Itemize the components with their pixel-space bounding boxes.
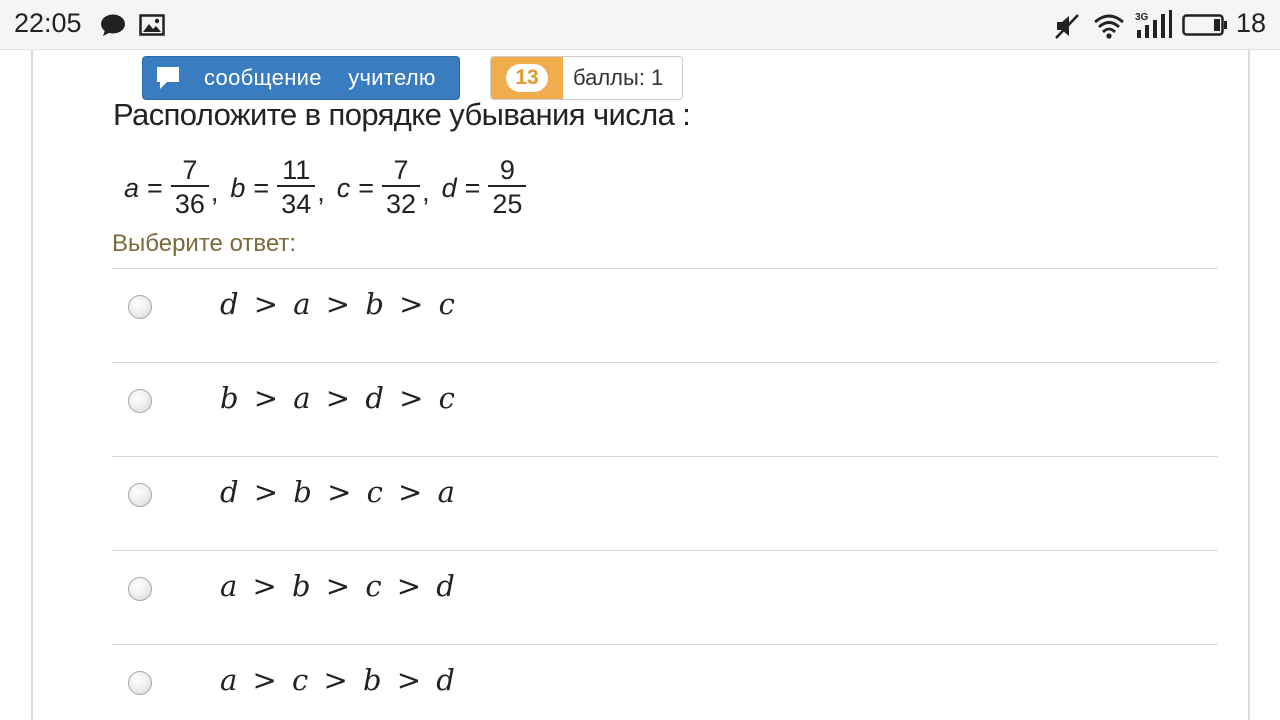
signal-3g-icon: 3G xyxy=(1135,10,1172,38)
formula-comma: , xyxy=(210,177,219,207)
formula-equals: = xyxy=(464,172,481,203)
formula-equals: = xyxy=(147,172,163,203)
question-number-value: 13 xyxy=(506,64,548,92)
mute-icon xyxy=(1055,14,1079,39)
question-formula: a = 7 36 , b = 11 34 , c = 7 32 , d = 9 … xyxy=(124,148,528,228)
answer-option[interactable]: b > a > d > c xyxy=(112,362,1218,456)
formula-fraction: 9 25 xyxy=(488,155,527,221)
formula-comma: , xyxy=(317,177,325,207)
fraction-denominator: 32 xyxy=(386,189,417,219)
fraction-numerator: 7 xyxy=(393,155,409,185)
formula-var: b xyxy=(230,172,246,203)
message-icon xyxy=(157,67,179,89)
answer-prompt: Выберите ответ: xyxy=(112,230,297,257)
status-bar: 22:05 3G 18 xyxy=(0,0,1280,50)
formula-fraction: 11 34 xyxy=(277,155,316,221)
answer-options: d > a > b > c b > a > d > c d > b > c > … xyxy=(112,268,1218,720)
radio-button[interactable] xyxy=(128,577,152,601)
formula-var: a xyxy=(124,172,140,203)
answer-option[interactable]: d > b > c > a xyxy=(112,456,1218,550)
score-badge: 13 баллы: 1 xyxy=(490,56,683,100)
svg-text:3G: 3G xyxy=(1135,12,1149,23)
radio-button[interactable] xyxy=(128,295,152,319)
image-icon xyxy=(139,14,165,36)
formula-var: d xyxy=(441,172,457,203)
answer-option-label[interactable]: b > a > d > c xyxy=(220,381,455,415)
radio-button[interactable] xyxy=(128,389,152,413)
formula-var: c xyxy=(336,172,351,203)
status-time: 22:05 xyxy=(14,8,82,38)
radio-button[interactable] xyxy=(128,671,152,695)
answer-option-label[interactable]: d > b > c > a xyxy=(220,475,455,509)
battery-icon xyxy=(1182,14,1227,36)
fraction-numerator: 7 xyxy=(182,155,198,185)
radio-button[interactable] xyxy=(128,483,152,507)
fraction-numerator: 9 xyxy=(499,155,515,185)
fraction-denominator: 34 xyxy=(281,189,312,219)
points-label: баллы: 1 xyxy=(563,57,682,99)
question-text: Расположите в порядке убывания числа : xyxy=(113,97,691,132)
answer-option-label[interactable]: a > c > b > d xyxy=(220,663,455,697)
formula-fraction: 7 36 xyxy=(170,155,209,221)
answer-option[interactable]: a > c > b > d xyxy=(112,644,1218,720)
formula-comma: , xyxy=(422,177,430,207)
fraction-denominator: 36 xyxy=(174,189,205,219)
formula-equals: = xyxy=(253,172,270,203)
message-button-label: сообщение учителю xyxy=(204,65,436,90)
formula-fraction: 7 32 xyxy=(382,155,421,221)
message-teacher-button[interactable]: сообщение учителю xyxy=(142,56,460,100)
answer-option[interactable]: a > b > c > d xyxy=(112,550,1218,644)
answer-option[interactable]: d > a > b > c xyxy=(112,268,1218,362)
fraction-denominator: 25 xyxy=(492,189,523,219)
question-number: 13 xyxy=(491,57,563,99)
wifi-icon xyxy=(1094,14,1124,39)
formula-equals: = xyxy=(358,172,375,203)
answer-option-label[interactable]: a > b > c > d xyxy=(220,569,455,603)
battery-percent: 18 xyxy=(1236,8,1267,38)
fraction-numerator: 11 xyxy=(282,155,311,185)
chat-icon xyxy=(101,14,125,36)
answer-option-label[interactable]: d > a > b > c xyxy=(220,287,455,321)
